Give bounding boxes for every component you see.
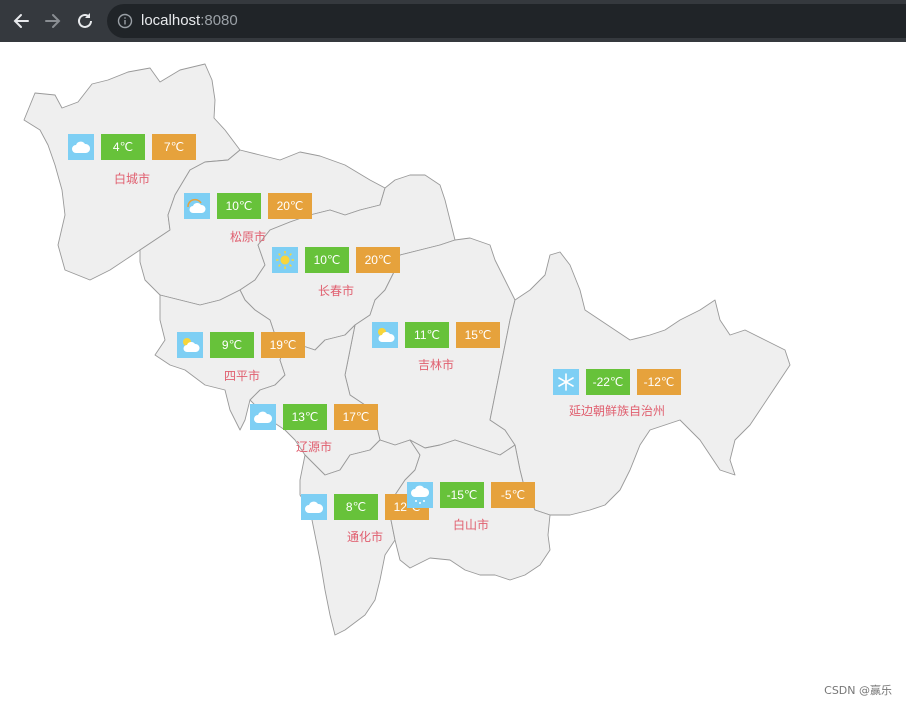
- max-temp: 7℃: [152, 134, 196, 160]
- city-label-jilin: 吉林市: [418, 358, 455, 372]
- browser-toolbar: localhost:8080: [0, 0, 906, 42]
- city-label-tonghua: 通化市: [347, 530, 384, 544]
- cloud-icon: [301, 494, 327, 520]
- partly-cloudy-icon: [177, 332, 203, 358]
- address-bar[interactable]: localhost:8080: [107, 4, 906, 38]
- info-icon[interactable]: [117, 13, 133, 33]
- city-label-changchun: 长春市: [318, 284, 355, 298]
- max-temp: -12℃: [637, 369, 681, 395]
- min-temp: 13℃: [283, 404, 327, 430]
- snowflake-icon: [553, 369, 579, 395]
- reload-icon[interactable]: [74, 10, 96, 32]
- city-label-songyuan: 松原市: [230, 230, 267, 244]
- back-arrow-icon[interactable]: [10, 10, 32, 32]
- url-port: :8080: [200, 12, 238, 29]
- min-temp: -22℃: [586, 369, 630, 395]
- max-temp: 20℃: [268, 193, 312, 219]
- sun-icon: [272, 247, 298, 273]
- snow-cloud-icon: [407, 482, 433, 508]
- max-temp: 19℃: [261, 332, 305, 358]
- city-label-liaoyuan: 辽源市: [296, 440, 333, 454]
- url-text: localhost:8080: [141, 12, 238, 29]
- cloud-icon: [250, 404, 276, 430]
- city-label-siping: 四平市: [224, 369, 261, 383]
- min-temp: 11℃: [405, 322, 449, 348]
- city-label-baishan: 白山市: [453, 518, 490, 532]
- max-temp: 15℃: [456, 322, 500, 348]
- min-temp: 8℃: [334, 494, 378, 520]
- max-temp: 17℃: [334, 404, 378, 430]
- watermark: CSDN @赢乐: [824, 684, 892, 697]
- min-temp: -15℃: [440, 482, 484, 508]
- min-temp: 10℃: [217, 193, 261, 219]
- min-temp: 10℃: [305, 247, 349, 273]
- max-temp: -5℃: [491, 482, 535, 508]
- min-temp: 9℃: [210, 332, 254, 358]
- cloud-icon: [68, 134, 94, 160]
- max-temp: 20℃: [356, 247, 400, 273]
- forward-arrow-icon[interactable]: [42, 10, 64, 32]
- jilin-weather-map: 4℃ 7℃ 白城市 10℃ 20℃ 松原市 10℃ 20℃ 长春市 11℃ 15…: [0, 42, 906, 706]
- city-label-baicheng: 白城市: [114, 172, 151, 186]
- min-temp: 4℃: [101, 134, 145, 160]
- partly-cloudy-icon: [372, 322, 398, 348]
- url-host: localhost: [141, 12, 201, 29]
- city-label-yanbian: 延边朝鲜族自治州: [569, 404, 666, 418]
- cloud-rainbow-icon: [184, 193, 210, 219]
